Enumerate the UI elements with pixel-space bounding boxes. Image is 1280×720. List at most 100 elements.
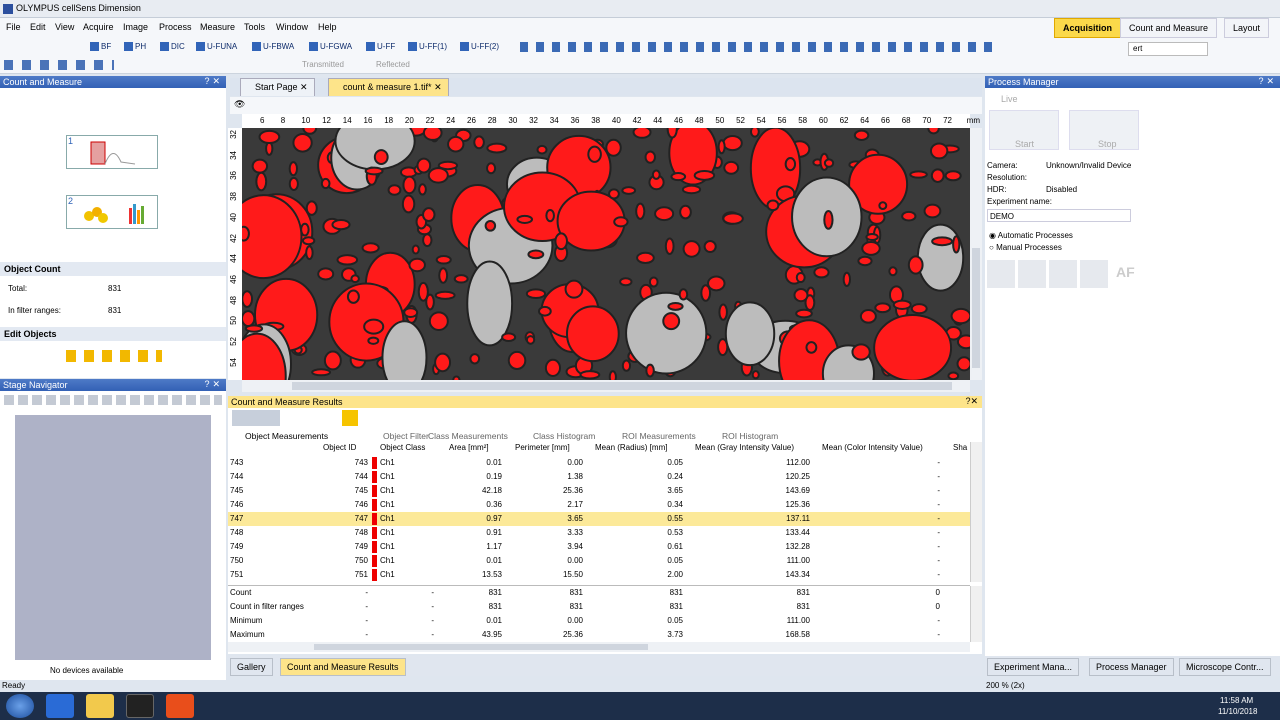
observation-ph-button[interactable]: PH bbox=[124, 42, 146, 56]
start-button[interactable]: Start bbox=[989, 110, 1059, 150]
tab-count-measure-image[interactable]: count & measure 1.tif* ✕ bbox=[328, 78, 449, 96]
image-v-scrollbar[interactable] bbox=[970, 128, 982, 380]
file-tools-icon[interactable] bbox=[4, 60, 114, 70]
results-v-scrollbar[interactable] bbox=[970, 442, 982, 582]
manual-radio[interactable]: ○ Manual Processes bbox=[989, 243, 1062, 252]
col-perimeter[interactable]: Perimeter [mm] bbox=[515, 443, 570, 452]
image-h-scrollbar[interactable] bbox=[242, 380, 970, 392]
experiment-name-input[interactable]: DEMO bbox=[987, 209, 1131, 222]
live-button[interactable]: Live bbox=[1001, 94, 1018, 104]
table-row[interactable]: 748 748 Ch1 0.91 3.33 0.53 133.44 - bbox=[228, 526, 970, 540]
observation-uff1-button[interactable]: U-FF(1) bbox=[408, 42, 447, 56]
process-icons[interactable] bbox=[987, 260, 1111, 288]
menu-edit[interactable]: Edit bbox=[30, 22, 46, 32]
autofocus-button[interactable]: AF bbox=[1116, 264, 1135, 280]
transmitted-button[interactable]: Transmitted bbox=[302, 60, 344, 74]
col-mean-color[interactable]: Mean (Color Intensity Value) bbox=[822, 443, 923, 452]
cellsens-icon[interactable] bbox=[126, 694, 154, 718]
menu-image[interactable]: Image bbox=[123, 22, 148, 32]
tab-start-page[interactable]: Start Page ✕ bbox=[240, 78, 315, 96]
start-button-icon[interactable] bbox=[6, 694, 34, 718]
eye-icon[interactable]: 👁 bbox=[234, 99, 245, 110]
panel-controls-icon[interactable]: ?✕ bbox=[965, 396, 978, 407]
observation-ufbwa-button[interactable]: U-FBWA bbox=[252, 42, 294, 56]
table-row[interactable]: 747 747 Ch1 0.97 3.65 0.55 137.11 - bbox=[228, 512, 970, 526]
menu-window[interactable]: Window bbox=[276, 22, 308, 32]
microscope-image[interactable] bbox=[242, 128, 970, 380]
explorer-icon[interactable] bbox=[86, 694, 114, 718]
stats-row[interactable]: Maximum - - 43.95 25.36 3.73 168.58 - bbox=[228, 628, 970, 642]
observation-uff2-button[interactable]: U-FF(2) bbox=[460, 42, 499, 56]
results-h-scrollbar[interactable] bbox=[228, 642, 970, 652]
ribbon-tab-count-measure[interactable]: Count and Measure bbox=[1120, 18, 1218, 38]
table-row[interactable]: 743 743 Ch1 0.01 0.00 0.05 112.00 - bbox=[228, 456, 970, 470]
tab-process-manager[interactable]: Process Manager bbox=[1089, 658, 1174, 676]
tab-class-measurements[interactable]: Class Measurements bbox=[428, 431, 508, 441]
menu-view[interactable]: View bbox=[55, 22, 74, 32]
cell-area: 831 bbox=[488, 588, 502, 597]
auto-radio[interactable]: ◉ Automatic Processes bbox=[989, 231, 1073, 240]
edit-tools-icon[interactable] bbox=[66, 350, 162, 362]
tab-microscope-control[interactable]: Microscope Contr... bbox=[1179, 658, 1271, 676]
highlight-icon[interactable] bbox=[342, 410, 358, 426]
stage-map[interactable] bbox=[15, 415, 211, 660]
measure-step-button[interactable]: 2 bbox=[66, 195, 158, 229]
observation-dic-button[interactable]: DIC bbox=[160, 42, 185, 56]
close-icon[interactable]: ✕ bbox=[434, 82, 442, 92]
edit-objects-section-header[interactable]: Edit Objects bbox=[0, 327, 226, 341]
close-icon[interactable]: ✕ bbox=[300, 82, 308, 92]
menu-acquire[interactable]: Acquire bbox=[83, 22, 114, 32]
threshold-step-button[interactable]: 1 bbox=[66, 135, 158, 169]
results-toolbar[interactable] bbox=[232, 410, 358, 426]
stats-row[interactable]: Count - - 831 831 831 831 0 bbox=[228, 586, 970, 600]
stop-button[interactable]: Stop bbox=[1069, 110, 1139, 150]
tab-roi-measurements[interactable]: ROI Measurements bbox=[622, 431, 696, 441]
col-shape[interactable]: Sha bbox=[953, 443, 967, 452]
col-mean-gray[interactable]: Mean (Gray Intensity Value) bbox=[695, 443, 794, 452]
menu-measure[interactable]: Measure bbox=[200, 22, 235, 32]
tab-class-histogram[interactable]: Class Histogram bbox=[533, 431, 595, 441]
observation-ufuna-button[interactable]: U-FUNA bbox=[196, 42, 237, 56]
screencast-icon[interactable] bbox=[166, 694, 194, 718]
menu-file[interactable]: File bbox=[6, 22, 21, 32]
object-count-section-header[interactable]: Object Count bbox=[0, 262, 226, 276]
table-row[interactable]: 750 750 Ch1 0.01 0.00 0.05 111.00 - bbox=[228, 554, 970, 568]
ie-icon[interactable] bbox=[46, 694, 74, 718]
panel-controls-icon[interactable]: ?✕ bbox=[204, 76, 223, 87]
table-row[interactable]: 751 751 Ch1 13.53 15.50 2.00 143.34 - bbox=[228, 568, 970, 582]
menu-process[interactable]: Process bbox=[159, 22, 192, 32]
navigator-toolbar-icon[interactable] bbox=[4, 395, 222, 405]
reflected-button[interactable]: Reflected bbox=[376, 60, 410, 74]
col-object-id[interactable]: Object ID bbox=[323, 443, 356, 452]
ribbon-tab-layout[interactable]: Layout bbox=[1224, 18, 1270, 38]
observation-ufgwa-button[interactable]: U-FGWA bbox=[309, 42, 352, 56]
stats-v-scrollbar[interactable] bbox=[970, 586, 982, 642]
tab-object-measurements[interactable]: Object Measurements bbox=[245, 431, 328, 441]
col-area[interactable]: Area [mm²] bbox=[449, 443, 489, 452]
tab-roi-histogram[interactable]: ROI Histogram bbox=[722, 431, 778, 441]
table-row[interactable]: 749 749 Ch1 1.17 3.94 0.61 132.28 - bbox=[228, 540, 970, 554]
observation-bf-button[interactable]: BF bbox=[90, 42, 111, 56]
drawing-tools-icon[interactable] bbox=[520, 42, 1000, 52]
tab-results[interactable]: Count and Measure Results bbox=[280, 658, 406, 676]
col-mean-radius[interactable]: Mean (Radius) [mm] bbox=[595, 443, 667, 452]
ribbon-tab-acquisition[interactable]: Acquisition bbox=[1054, 18, 1121, 38]
zoom-level[interactable]: 200 % (2x) bbox=[986, 681, 1025, 690]
segmented-object bbox=[682, 240, 701, 258]
panel-controls-icon[interactable]: ?✕ bbox=[204, 379, 223, 390]
tab-object-filter[interactable]: Object Filter bbox=[383, 431, 429, 441]
observation-uff-button[interactable]: U-FF bbox=[366, 42, 395, 56]
tab-gallery[interactable]: Gallery bbox=[230, 658, 273, 676]
menu-help[interactable]: Help bbox=[318, 22, 337, 32]
table-row[interactable]: 744 744 Ch1 0.19 1.38 0.24 120.25 - bbox=[228, 470, 970, 484]
tab-experiment-manager[interactable]: Experiment Mana... bbox=[987, 658, 1080, 676]
table-row[interactable]: 745 745 Ch1 42.18 25.36 3.65 143.69 - bbox=[228, 484, 970, 498]
stats-row[interactable]: Count in filter ranges - - 831 831 831 831 0 bbox=[228, 600, 970, 614]
stop-label: Stop bbox=[1098, 139, 1117, 149]
toolbar-search-input[interactable]: ert bbox=[1128, 42, 1208, 56]
stats-row[interactable]: Minimum - - 0.01 0.00 0.05 111.00 - bbox=[228, 614, 970, 628]
col-object-class[interactable]: Object Class bbox=[380, 443, 425, 452]
menu-tools[interactable]: Tools bbox=[244, 22, 265, 32]
table-row[interactable]: 746 746 Ch1 0.36 2.17 0.34 125.36 - bbox=[228, 498, 970, 512]
panel-controls-icon[interactable]: ?✕ bbox=[1258, 76, 1277, 87]
